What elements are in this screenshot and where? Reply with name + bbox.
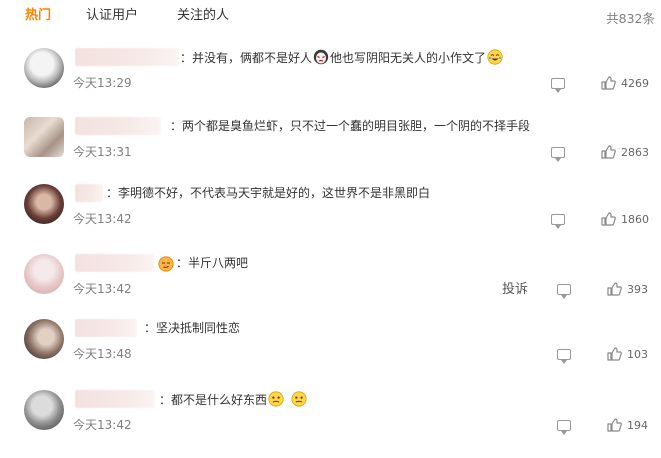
username-blurred[interactable] <box>75 184 103 202</box>
tab-following[interactable]: 关注的人 <box>177 8 229 24</box>
comment-text: ：坚决抵制同性恋 <box>144 321 241 335</box>
comment-item: ：两个都是臭鱼烂虾，只不过一个蠢的明目张胆，一个阴的不择手段 今天13:31 2… <box>0 117 661 185</box>
smug-emoji-icon <box>158 256 174 272</box>
like-count: 194 <box>627 419 648 432</box>
reply-icon[interactable] <box>551 214 565 229</box>
comment-item: ：半斤八两吧 今天13:42 投诉 393 <box>0 254 661 322</box>
comment-time: 今天13:48 <box>73 347 132 361</box>
shrug-emoji-icon <box>291 391 307 407</box>
comment-total-count: 共832条 <box>606 11 655 26</box>
reply-icon[interactable] <box>551 78 565 93</box>
tab-hot[interactable]: 热门 <box>25 8 51 24</box>
avatar[interactable] <box>24 390 64 430</box>
like-icon[interactable] <box>600 144 616 160</box>
laugh-cry-emoji-icon <box>487 49 503 65</box>
comment-text: ：两个都是臭鱼烂虾，只不过一个蠢的明目张胆，一个阴的不择手段 <box>170 119 531 133</box>
tab-verified-users[interactable]: 认证用户 <box>86 8 138 24</box>
username-blurred[interactable] <box>75 319 137 337</box>
like-count: 2863 <box>621 146 649 159</box>
comment-item: ：李明德不好，不代表马天宇就是好的，这世界不是非黑即白 今天13:42 1860 <box>0 184 661 252</box>
like-count: 1860 <box>621 213 649 226</box>
like-count: 4269 <box>621 77 649 90</box>
reply-icon[interactable] <box>557 349 571 364</box>
username-blurred[interactable] <box>75 48 179 66</box>
like-count: 393 <box>627 283 648 296</box>
like-icon[interactable] <box>600 75 616 91</box>
avatar[interactable] <box>24 184 64 224</box>
comment-tabs: 热门 认证用户 关注的人 共832条 <box>0 0 661 34</box>
reply-icon[interactable] <box>557 420 571 435</box>
like-icon[interactable] <box>606 417 622 433</box>
username-blurred[interactable] <box>75 390 155 408</box>
avatar[interactable] <box>24 48 64 88</box>
comment-text: ：并没有，俩都不是好人 他也写阴阳无关人的小作文了 <box>180 49 504 66</box>
comment-text: ：半斤八两吧 <box>176 256 249 270</box>
avatar[interactable] <box>24 254 64 294</box>
comment-time: 今天13:42 <box>73 418 132 432</box>
avatar[interactable] <box>24 117 64 157</box>
comment-text: ：都不是什么好东西 <box>159 391 308 408</box>
report-button[interactable]: 投诉 <box>502 278 528 297</box>
avatar[interactable] <box>24 319 64 359</box>
comment-time: 今天13:31 <box>73 145 132 159</box>
like-icon[interactable] <box>600 211 616 227</box>
like-count: 103 <box>627 348 648 361</box>
comment-time: 今天13:42 <box>73 212 132 226</box>
like-icon[interactable] <box>606 346 622 362</box>
mask-emoji-icon <box>313 49 329 65</box>
reply-icon[interactable] <box>557 284 571 299</box>
reply-icon[interactable] <box>551 147 565 162</box>
comment-time: 今天13:29 <box>73 76 132 90</box>
comment-item: ：都不是什么好东西 今天13:42 194 <box>0 390 661 458</box>
comment-item: ：并没有，俩都不是好人 他也写阴阳无关人的小作文了 今天13:29 4269 <box>0 48 661 116</box>
username-blurred[interactable] <box>75 254 155 272</box>
comment-text: ：李明德不好，不代表马天宇就是好的，这世界不是非黑即白 <box>106 186 431 200</box>
comment-item: ：坚决抵制同性恋 今天13:48 103 <box>0 319 661 387</box>
like-icon[interactable] <box>606 281 622 297</box>
username-blurred[interactable] <box>75 117 161 135</box>
comment-time: 今天13:42 <box>73 282 132 296</box>
shrug-emoji-icon <box>268 391 284 407</box>
